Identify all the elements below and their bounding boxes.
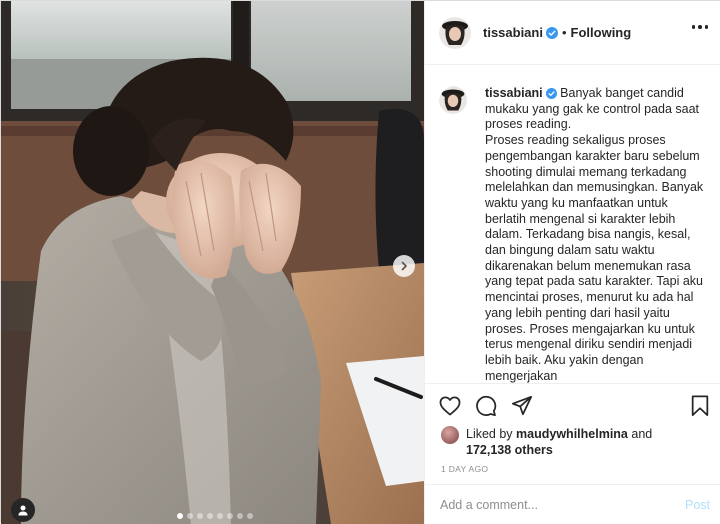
carousel-dot bbox=[177, 513, 183, 519]
carousel-dot bbox=[237, 513, 243, 519]
likes-summary: Liked by maudywhilhelmina and 172,138 ot… bbox=[441, 426, 652, 458]
carousel-dot bbox=[227, 513, 233, 519]
caption-author-avatar[interactable] bbox=[439, 86, 471, 118]
tagged-users-button[interactable] bbox=[11, 498, 35, 522]
post-actions: Liked by maudywhilhelmina and 172,138 ot… bbox=[425, 383, 720, 483]
caption-paragraph: Proses reading sekaligus proses pengemba… bbox=[485, 133, 704, 383]
carousel-dot bbox=[217, 513, 223, 519]
likes-conjunction: and bbox=[631, 427, 653, 441]
heart-icon bbox=[439, 396, 461, 416]
carousel-dot bbox=[197, 513, 203, 519]
likes-text: Liked by maudywhilhelmina and 172,138 ot… bbox=[466, 427, 652, 458]
verified-badge-icon bbox=[545, 26, 558, 39]
caption-scroll-area[interactable]: tissabiani Banyak banget candid mukaku y… bbox=[425, 66, 720, 383]
like-button[interactable] bbox=[438, 394, 462, 418]
post-comment-button[interactable]: Post bbox=[685, 498, 710, 512]
post-side-panel: tissabiani • Following tissabiani Banyak… bbox=[424, 1, 720, 524]
author-avatar[interactable] bbox=[439, 16, 471, 49]
post-media[interactable] bbox=[1, 1, 424, 524]
caption-username[interactable]: tissabiani bbox=[485, 86, 543, 100]
liker-username[interactable]: maudywhilhelmina bbox=[516, 427, 628, 441]
bookmark-icon bbox=[691, 395, 709, 417]
action-icons bbox=[438, 394, 534, 418]
comment-input[interactable] bbox=[440, 497, 660, 512]
carousel-dot bbox=[187, 513, 193, 519]
user-tag-icon bbox=[18, 505, 28, 516]
save-button[interactable] bbox=[688, 394, 712, 418]
post-photo bbox=[1, 1, 424, 524]
share-button[interactable] bbox=[510, 394, 534, 418]
liker-avatar[interactable] bbox=[441, 426, 459, 444]
post-timestamp[interactable]: 1 DAY AGO bbox=[441, 464, 488, 474]
post-header: tissabiani • Following bbox=[425, 1, 720, 65]
paper-plane-icon bbox=[511, 395, 533, 416]
more-options-icon[interactable] bbox=[691, 25, 708, 29]
following-button[interactable]: Following bbox=[571, 25, 632, 40]
carousel-indicator bbox=[177, 513, 253, 519]
author-username[interactable]: tissabiani bbox=[483, 25, 543, 40]
likes-count[interactable]: 172,138 others bbox=[466, 443, 553, 457]
instagram-post: tissabiani • Following tissabiani Banyak… bbox=[0, 0, 720, 524]
verified-badge-icon bbox=[545, 88, 557, 99]
likes-prefix: Liked by bbox=[466, 427, 513, 441]
carousel-next-button[interactable] bbox=[393, 255, 415, 277]
comment-bar: Post bbox=[425, 484, 720, 524]
comment-icon bbox=[476, 395, 497, 417]
chevron-right-icon bbox=[401, 261, 407, 271]
caption: tissabiani Banyak banget candid mukaku y… bbox=[439, 86, 704, 383]
caption-text: tissabiani Banyak banget candid mukaku y… bbox=[485, 86, 704, 383]
carousel-dot bbox=[247, 513, 253, 519]
carousel-dot bbox=[207, 513, 213, 519]
comment-button[interactable] bbox=[474, 394, 498, 418]
separator-dot: • bbox=[561, 25, 567, 40]
